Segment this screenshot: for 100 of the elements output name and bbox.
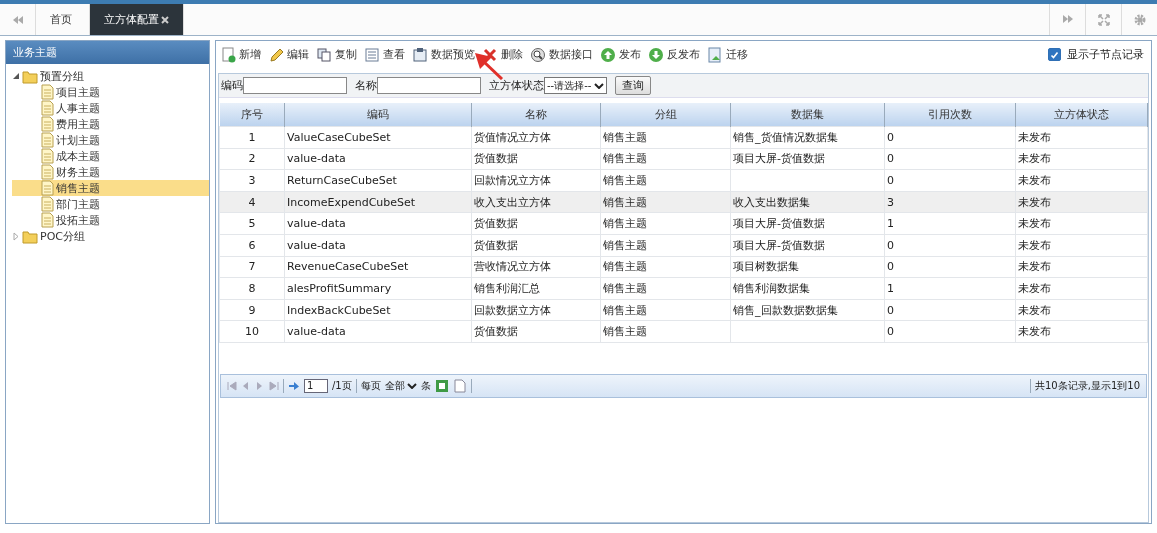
- per-page-select[interactable]: 全部: [384, 378, 417, 393]
- table-cell: 销售主题: [603, 281, 647, 295]
- column-header[interactable]: 序号: [219, 103, 285, 127]
- table-cell: 收入支出立方体: [474, 195, 551, 209]
- table-cell: 0: [887, 130, 894, 144]
- document-icon: [40, 84, 54, 100]
- checkbox[interactable]: [1048, 48, 1061, 61]
- document-icon: [40, 116, 54, 132]
- toolbar-button[interactable]: 删除: [482, 46, 523, 63]
- chevron-down-icon: [594, 82, 605, 89]
- table-cell: 回款数据立方体: [474, 303, 551, 317]
- table-cell: value-data: [287, 152, 346, 166]
- column-header[interactable]: 数据集: [730, 103, 885, 127]
- tree-item[interactable]: 销售主题: [12, 180, 209, 196]
- table-cell: 0: [887, 303, 894, 317]
- table-cell: value-data: [287, 238, 346, 252]
- toolbar-button[interactable]: 查看: [364, 46, 405, 63]
- table-cell: 销售主题: [603, 238, 647, 252]
- pencil-icon: [268, 46, 284, 63]
- tree-item[interactable]: 财务主题: [12, 164, 209, 180]
- toolbar-button[interactable]: 数据预览: [412, 46, 475, 63]
- table-cell: 货值情况立方体: [474, 130, 551, 144]
- column-header[interactable]: 分组: [600, 103, 731, 127]
- table-cell: 销售主题: [603, 217, 647, 231]
- document-icon: [40, 180, 54, 196]
- input-field[interactable]: [243, 77, 347, 94]
- column-header[interactable]: 引用次数: [884, 103, 1016, 127]
- folder-icon: [22, 68, 38, 84]
- tree-item[interactable]: 计划主题: [12, 132, 209, 148]
- table-cell: ReturnCaseCubeSet: [287, 174, 397, 187]
- table-cell: 销售_货值情况数据集: [733, 130, 838, 144]
- document-icon: [40, 100, 54, 116]
- first-page-icon[interactable]: [227, 380, 237, 391]
- close-icon[interactable]: [161, 15, 169, 24]
- double-right-icon: [1061, 13, 1074, 26]
- table-cell: 7: [248, 260, 256, 274]
- tree-group[interactable]: 预置分组: [40, 68, 84, 84]
- last-page-icon[interactable]: [269, 380, 279, 391]
- spreadsheet-icon[interactable]: [434, 378, 449, 393]
- double-left-icon: [12, 14, 23, 25]
- table-cell: 0: [887, 325, 894, 339]
- column-header[interactable]: 立方体状态: [1015, 103, 1148, 127]
- table-cell: 项目树数据集: [733, 260, 799, 274]
- page-number-field[interactable]: 1: [304, 378, 328, 393]
- previous-page-icon[interactable]: [241, 380, 251, 391]
- toolbar-button[interactable]: 反发布: [648, 46, 700, 63]
- tree-item[interactable]: 费用主题: [12, 116, 209, 132]
- tab[interactable]: 立方体配置: [90, 4, 184, 35]
- collapsed-icon[interactable]: [12, 231, 20, 241]
- tree-item[interactable]: 项目主题: [12, 84, 209, 100]
- table-cell: 4: [248, 195, 256, 209]
- input-field[interactable]: [377, 77, 481, 94]
- fullscreen-icon: [1097, 13, 1110, 26]
- panel-title: 业务主题: [6, 41, 209, 64]
- go-arrow-icon: [288, 380, 300, 391]
- toolbar-button[interactable]: 复制: [316, 46, 357, 63]
- table-cell: 货值数据: [474, 325, 518, 339]
- status-select[interactable]: --请选择--: [544, 77, 608, 94]
- document-icon[interactable]: [452, 378, 467, 393]
- table-cell: 未发布: [1018, 130, 1051, 144]
- table-cell: 货值数据: [474, 238, 518, 252]
- tree-item[interactable]: 部门主题: [12, 196, 209, 212]
- table-cell: 销售主题: [603, 303, 647, 317]
- table-cell: 销售主题: [603, 325, 647, 339]
- table-cell: 回款情况立方体: [474, 174, 551, 187]
- query-button[interactable]: 查询: [615, 76, 652, 95]
- column-header[interactable]: 名称: [471, 103, 601, 127]
- per-page-unit: 条: [420, 378, 431, 393]
- table-cell: 未发布: [1018, 260, 1051, 274]
- magnifier-icon: [530, 46, 546, 63]
- expanded-icon[interactable]: [12, 71, 20, 81]
- toolbar-button[interactable]: 数据接口: [530, 46, 593, 63]
- tree-item[interactable]: 成本主题: [12, 148, 209, 164]
- table-cell: 8: [248, 281, 256, 295]
- column-header[interactable]: 编码: [284, 103, 472, 127]
- toolbar-button[interactable]: 编辑: [268, 46, 309, 63]
- table-cell: IncomeExpendCubeSet: [287, 195, 416, 209]
- toolbar-button[interactable]: 新增: [220, 46, 261, 63]
- table-cell: value-data: [287, 325, 346, 339]
- toolbar-button[interactable]: 发布: [600, 46, 641, 63]
- table-cell: 未发布: [1018, 152, 1051, 166]
- tree-group[interactable]: POC分组: [40, 228, 85, 244]
- tree-item[interactable]: 投拓主题: [12, 212, 209, 228]
- field-label: 立方体状态: [489, 78, 544, 93]
- toolbar-button[interactable]: 迁移: [707, 46, 748, 63]
- table-cell: value-data: [287, 217, 346, 231]
- table-cell: 营收情况立方体: [474, 260, 551, 274]
- table-cell: 未发布: [1018, 174, 1051, 187]
- list-icon: [364, 46, 380, 63]
- table-cell: 销售主题: [603, 174, 647, 187]
- table-cell: 0: [887, 152, 894, 166]
- table-cell: 货值数据: [474, 217, 518, 231]
- clipboard-icon: [412, 46, 428, 63]
- copy-icon: [316, 46, 332, 63]
- table-cell: 1: [248, 130, 256, 144]
- table-cell: 0: [887, 238, 894, 252]
- tree-item[interactable]: 人事主题: [12, 100, 209, 116]
- table-cell: 2: [248, 152, 256, 166]
- settings-icon: [1133, 13, 1146, 26]
- field-label: 编码: [221, 78, 243, 93]
